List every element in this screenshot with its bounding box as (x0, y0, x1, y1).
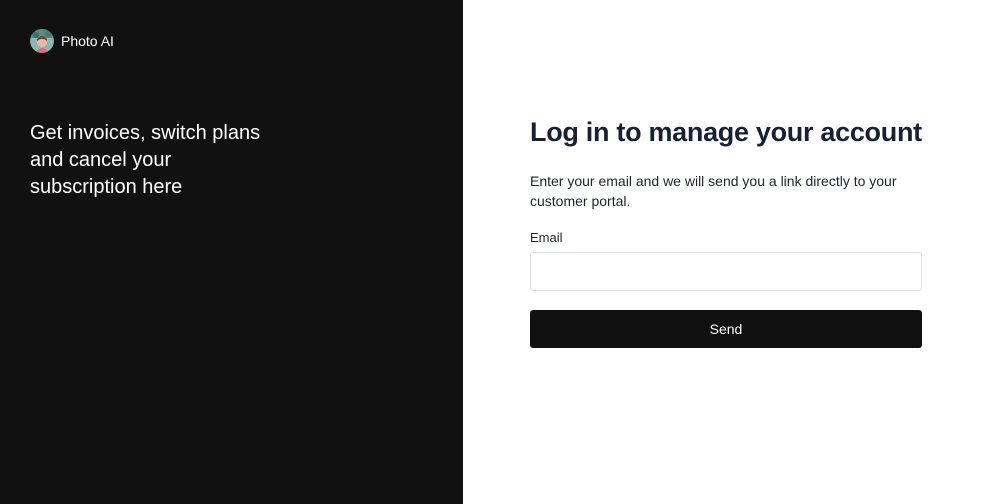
login-description: Enter your email and we will send you a … (530, 173, 897, 209)
email-label: Email (530, 230, 563, 245)
send-button[interactable]: Send (530, 310, 922, 348)
brand-name: Photo AI (61, 33, 114, 49)
email-field[interactable] (530, 252, 922, 291)
page-title: Log in to manage your account (530, 117, 922, 147)
brand[interactable]: Photo AI (30, 29, 114, 53)
login-form: Log in to manage your account Enter your… (530, 113, 922, 348)
tagline: Get invoices, switch plans and cancel yo… (30, 122, 261, 198)
right-panel: Log in to manage your account Enter your… (463, 0, 1000, 504)
avatar-icon (30, 29, 54, 53)
page: Photo AI Get invoices, switch plans and … (0, 0, 1000, 504)
left-panel: Photo AI Get invoices, switch plans and … (0, 0, 463, 504)
